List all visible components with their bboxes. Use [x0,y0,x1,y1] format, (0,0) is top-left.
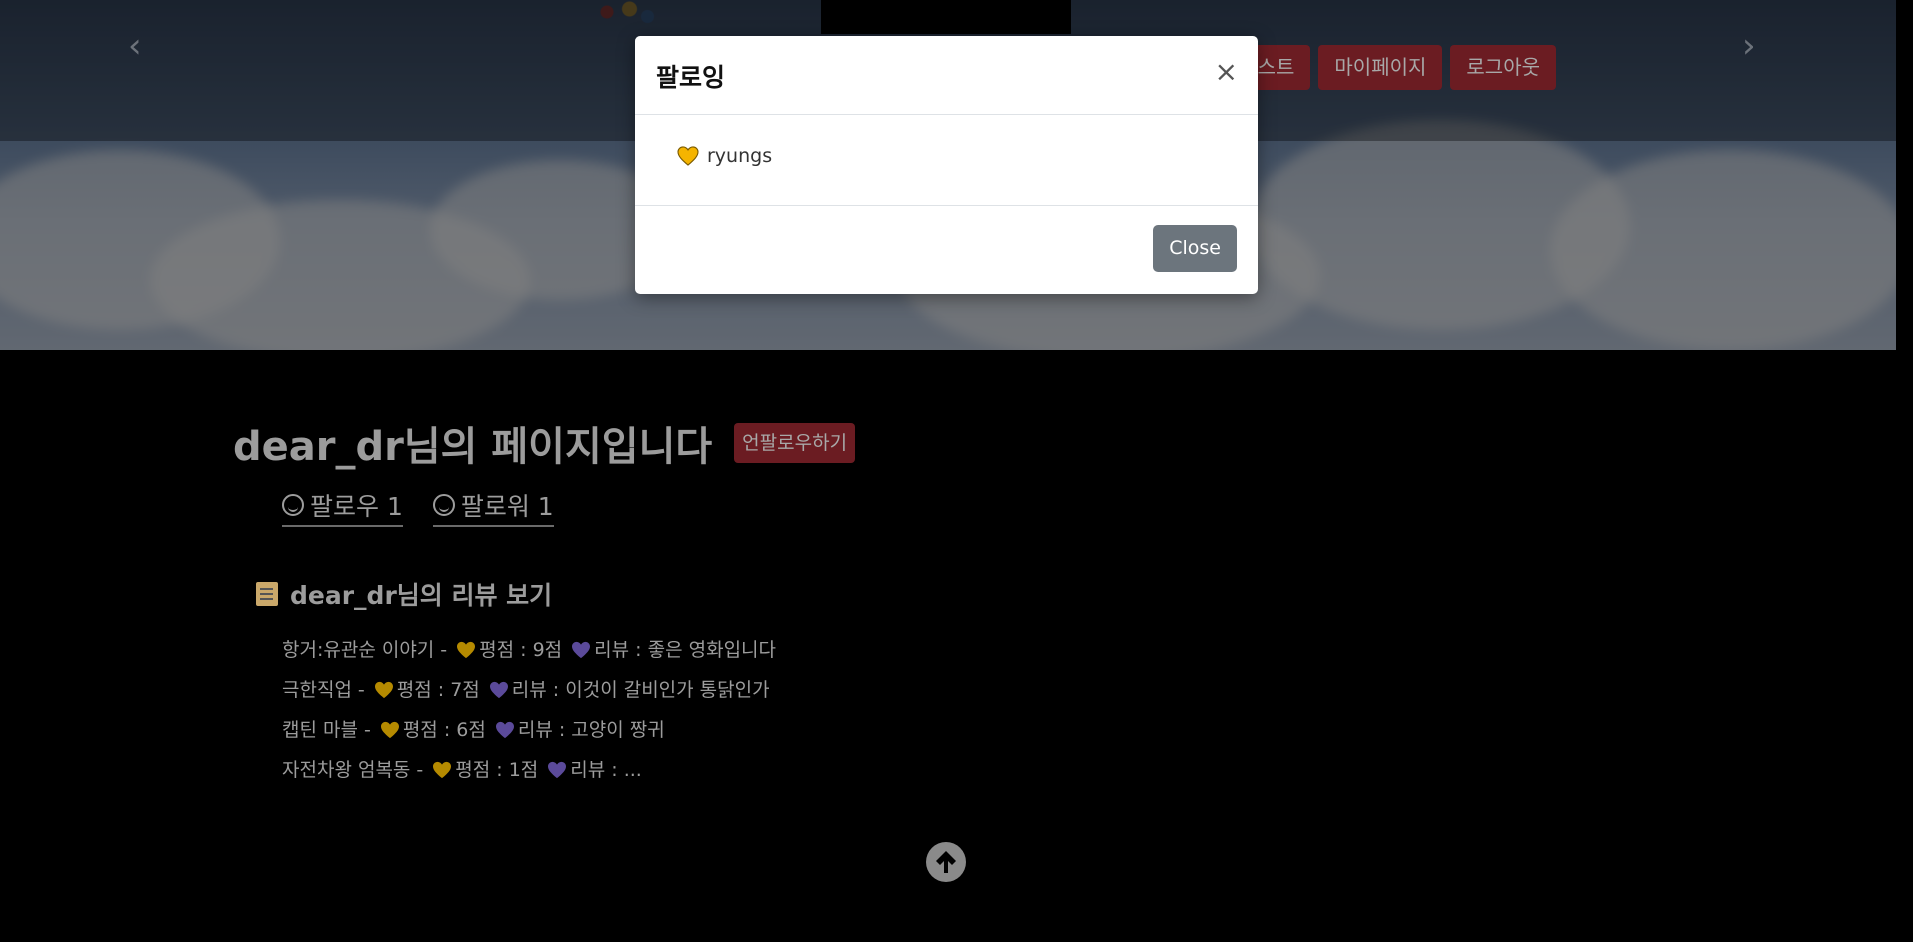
review-item: 항거:유관순 이야기 - 평점 : 9점 리뷰 : 좋은 영화입니다 [282,630,776,670]
review-rating: 평점 : 1점 [455,759,539,781]
follow-links: 팔로우 1 팔로워 1 [282,487,554,527]
yellow-heart-icon [457,641,476,659]
review-item: 캡틴 마블 - 평점 : 6점 리뷰 : 고양이 짱귀 [282,710,776,750]
separator: - [440,639,448,661]
modal-body: ryungs [635,115,1258,206]
review-item: 자전차왕 엄복동 - 평점 : 1점 리뷰 : ... [282,750,776,790]
scrollbar[interactable] [1896,0,1913,942]
following-username: ryungs [707,145,773,167]
yellow-heart-icon [433,761,452,779]
following-link[interactable]: 팔로우 1 [282,487,403,527]
review-movie: 항거:유관순 이야기 [282,639,435,661]
reviews-title: dear_dr님의 리뷰 보기 [290,581,553,610]
review-rating: 평점 : 7점 [396,679,480,701]
profile-header: dear_dr님의 페이지입니다 언팔로우하기 [233,414,856,472]
separator: - [357,679,365,701]
followers-link[interactable]: 팔로워 1 [432,487,554,527]
modal-header: 팔로잉 × [635,36,1258,115]
review-rating: 평점 : 9점 [479,639,563,661]
yellow-heart-icon [677,146,699,166]
review-text: 리뷰 : 고양이 짱귀 [517,719,665,741]
smiling-face-icon [432,494,455,516]
purple-heart-icon [495,721,514,739]
yellow-heart-icon [380,721,399,739]
review-rating: 평점 : 6점 [402,719,486,741]
unfollow-button[interactable]: 언팔로우하기 [734,423,856,463]
review-text: 리뷰 : 이것이 갈비인가 통닭인가 [511,679,770,701]
scroll-to-top-button[interactable] [926,842,966,882]
review-item: 극한직업 - 평점 : 7점 리뷰 : 이것이 갈비인가 통닭인가 [282,670,776,710]
following-item[interactable]: ryungs [677,145,772,167]
purple-heart-icon [489,681,508,699]
purple-heart-icon [548,761,567,779]
smiling-face-icon [282,494,304,516]
review-movie: 극한직업 [282,679,352,701]
mypage-button[interactable]: 마이페이지 [1318,45,1443,90]
review-text: 리뷰 : ... [570,759,642,781]
carousel-prev-icon[interactable]: ‹ [128,26,142,66]
page-title: dear_dr님의 페이지입니다 [233,424,713,470]
modal-title: 팔로잉 [656,63,726,92]
followers-label: 팔로워 1 [460,492,554,521]
reviews-heading: dear_dr님의 리뷰 보기 [256,576,552,612]
carousel-next-icon[interactable]: › [1742,26,1756,66]
review-text: 리뷰 : 좋은 영화입니다 [594,639,777,661]
separator: - [416,759,424,781]
following-modal: 팔로잉 × ryungs Close [635,36,1258,294]
arrow-up-icon [936,851,956,873]
separator: - [363,719,371,741]
purple-heart-icon [572,641,591,659]
review-movie: 캡틴 마블 [282,719,358,741]
logout-button[interactable]: 로그아웃 [1450,45,1556,90]
close-icon[interactable]: × [1215,58,1238,86]
modal-footer: Close [635,206,1258,295]
following-label: 팔로우 1 [310,492,403,521]
memo-icon [256,582,278,606]
review-movie: 자전차왕 엄복동 [282,759,411,781]
yellow-heart-icon [374,681,393,699]
review-list: 항거:유관순 이야기 - 평점 : 9점 리뷰 : 좋은 영화입니다 극한직업 - 평점 :… [282,630,776,790]
close-button[interactable]: Close [1153,225,1237,272]
